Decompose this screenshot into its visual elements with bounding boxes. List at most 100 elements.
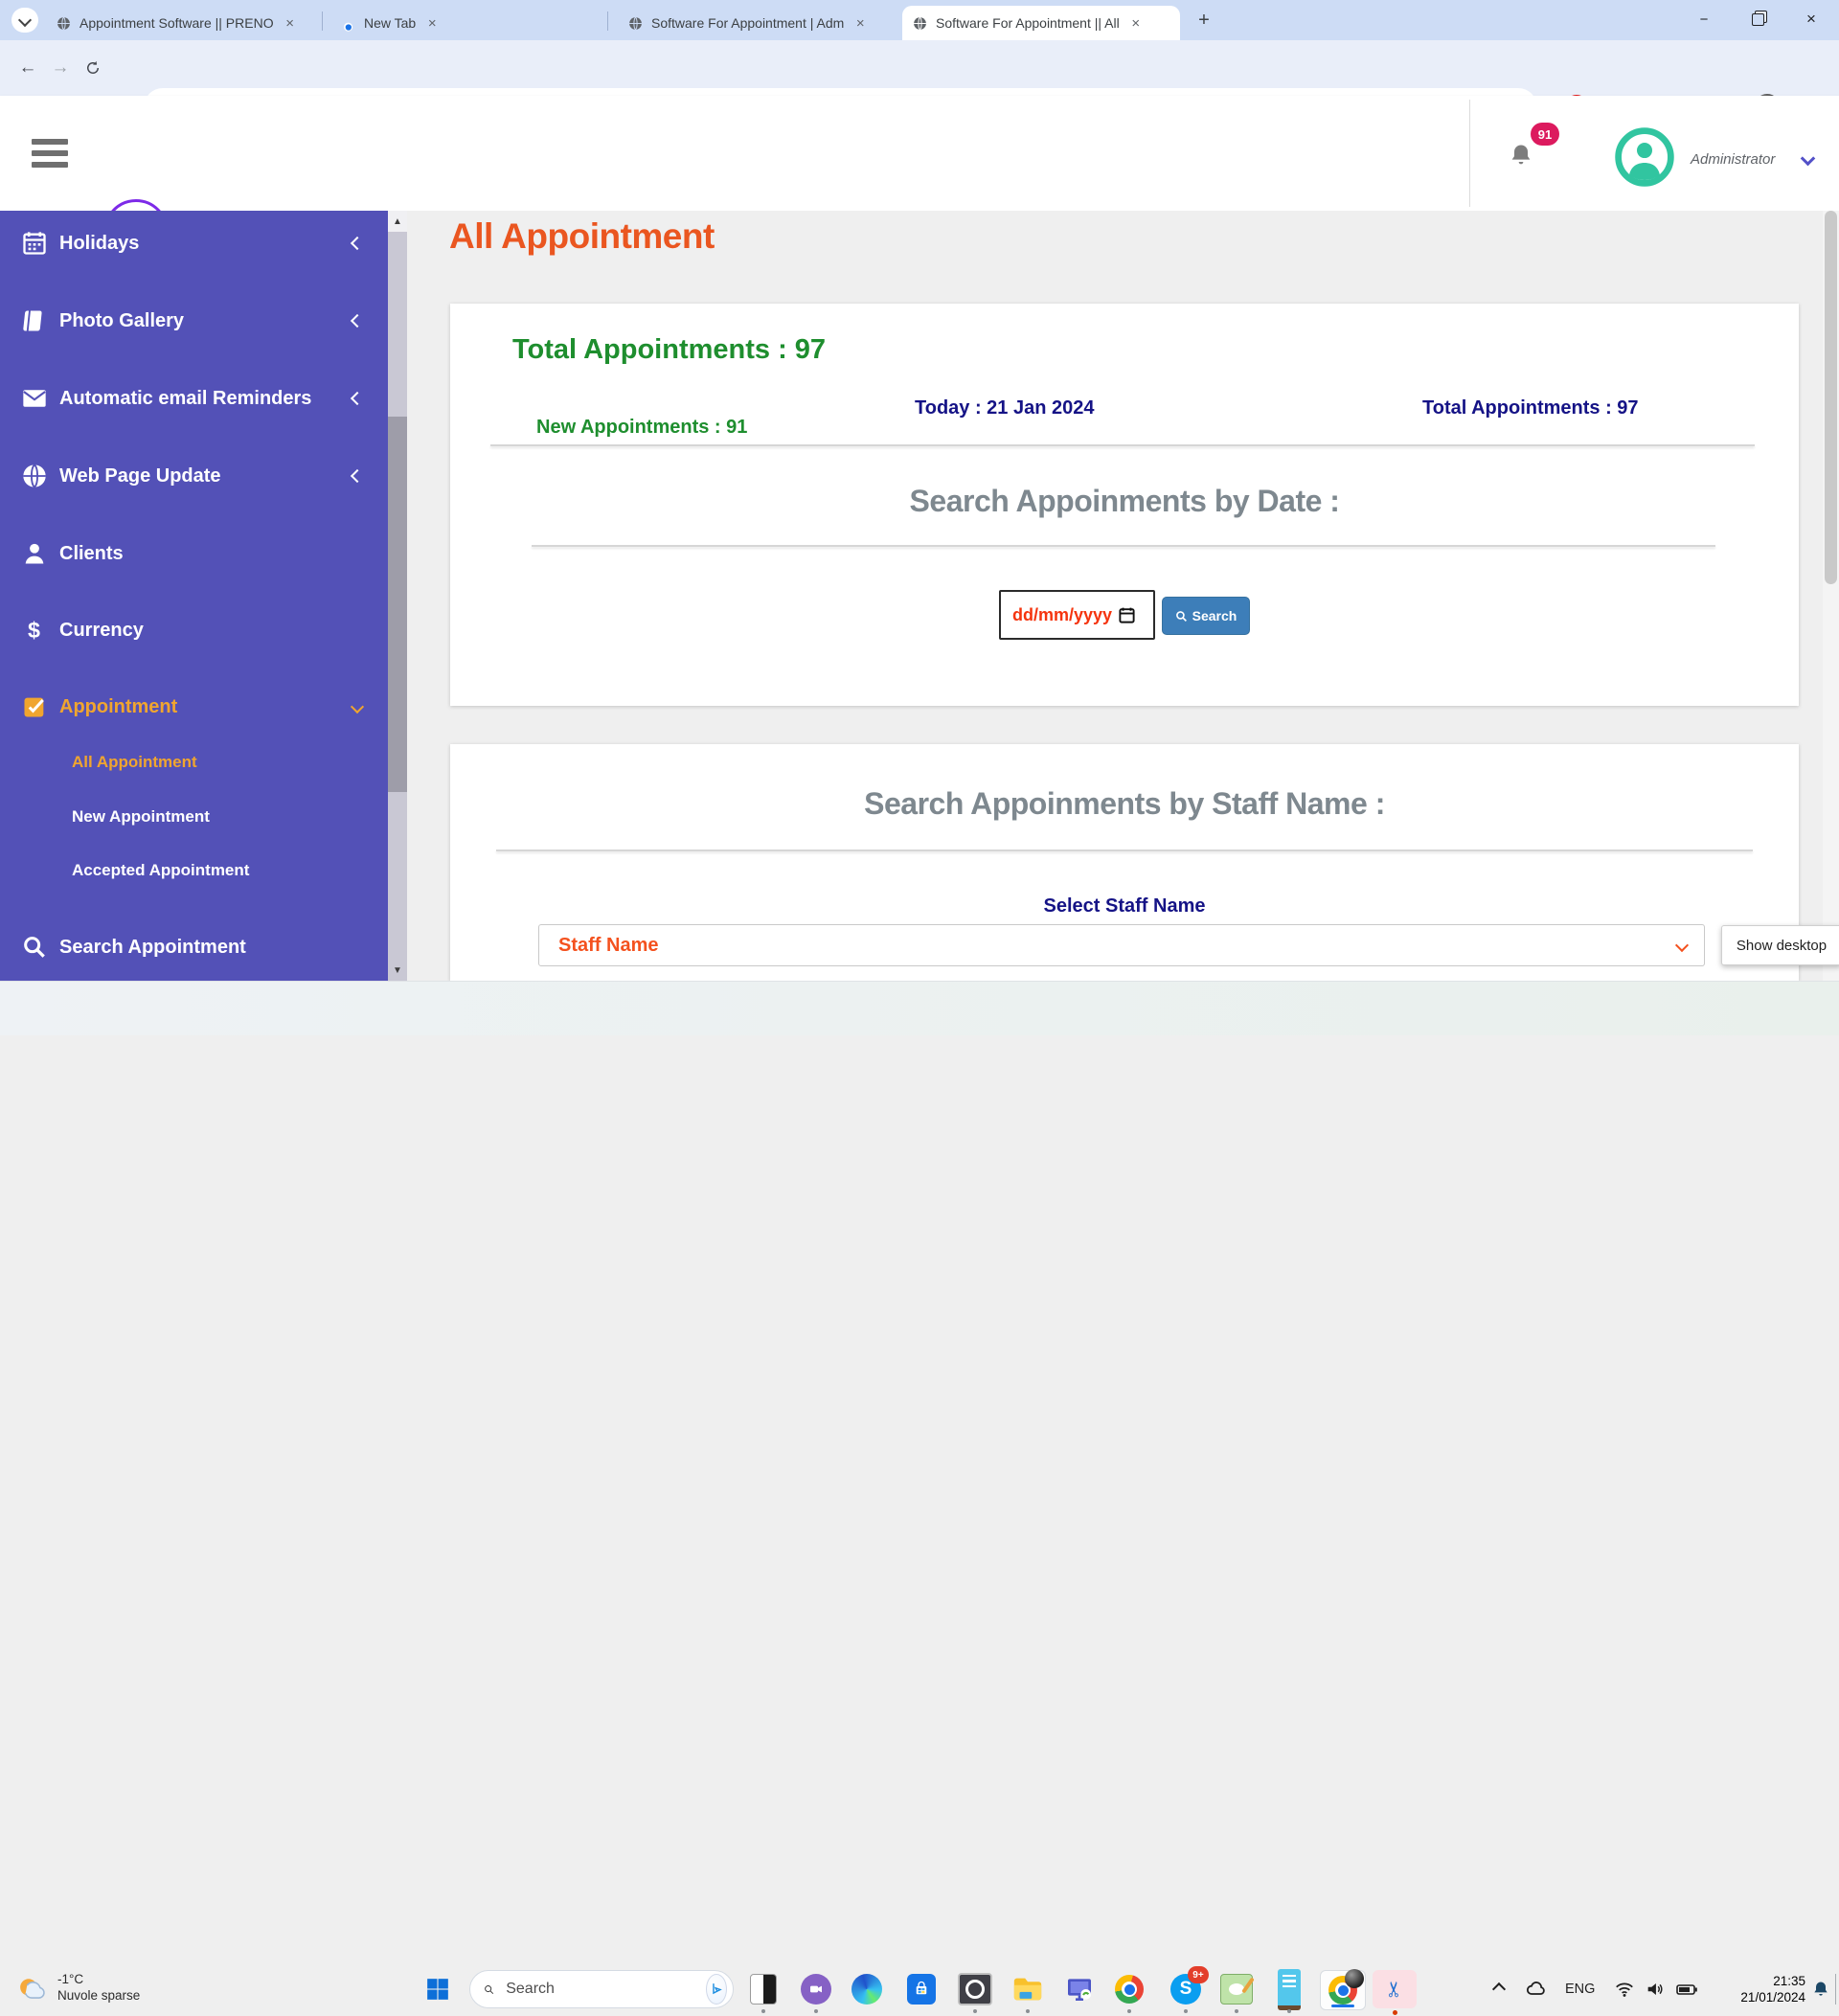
globe-icon [912, 15, 928, 32]
taskbar: -1°C Nuvole sparse S 9+ [0, 981, 1839, 1035]
sidebar-item-accepted-appointment[interactable]: Accepted Appointment [0, 846, 383, 895]
taskbar-app-photo-viewer[interactable] [956, 1970, 994, 2008]
sidebar-item-appointment[interactable]: Appointment [0, 682, 383, 732]
volume-icon[interactable] [1642, 1962, 1669, 2016]
total-appointments-stat: Total Appointments : 97 [1422, 397, 1639, 419]
new-tab-button[interactable]: + [1191, 7, 1217, 34]
taskbar-app-chrome[interactable] [1110, 1970, 1148, 2008]
sidebar-item-label: Currency [59, 620, 144, 642]
date-input[interactable] [999, 590, 1155, 640]
sidebar-item-currency[interactable]: $ Currency [0, 605, 383, 655]
tab-close-icon[interactable]: × [423, 14, 441, 32]
taskbar-app-image-editor[interactable] [1217, 1970, 1256, 2008]
reload-icon [84, 59, 102, 77]
globe-icon [56, 15, 72, 32]
sidebar-item-label: Web Page Update [59, 465, 221, 487]
tab-close-icon[interactable]: × [1127, 14, 1145, 32]
chevron-left-icon [351, 314, 364, 328]
calendar-icon [21, 230, 48, 257]
tab-4-active[interactable]: Software For Appointment || All × [902, 6, 1180, 40]
sidebar-item-new-appointment[interactable]: New Appointment [0, 792, 383, 842]
date-search-heading: Search Appoinments by Date : [450, 484, 1799, 519]
search-button-label: Search [1192, 608, 1237, 623]
search-button[interactable]: Search [1162, 597, 1250, 635]
tab-2[interactable]: New Tab × [330, 6, 610, 40]
taskbar-app-meet[interactable] [797, 1970, 835, 2008]
taskbar-app-notepad[interactable] [1270, 1970, 1308, 2008]
start-button[interactable] [419, 1970, 457, 2008]
tab-divider [607, 11, 608, 31]
calendar-picker-icon[interactable] [1118, 606, 1136, 624]
show-desktop-edge-button[interactable] [1835, 1974, 1836, 2005]
search-icon [1175, 610, 1188, 623]
page-scrollbar[interactable] [1823, 211, 1839, 981]
sidebar-item-label: Accepted Appointment [72, 861, 249, 880]
taskbar-search[interactable] [469, 1970, 734, 2008]
tab-close-icon[interactable]: × [282, 14, 299, 32]
sidebar-item-all-appointment[interactable]: All Appointment [0, 737, 383, 787]
bing-icon [706, 1974, 727, 2005]
divider [532, 545, 1715, 547]
notification-bell-icon[interactable] [1504, 138, 1538, 172]
scroll-up-arrow[interactable]: ▲ [388, 211, 407, 232]
taskbar-app-chrome-active[interactable] [1320, 1970, 1366, 2010]
chevron-left-icon [351, 469, 364, 483]
tab-close-icon[interactable]: × [851, 14, 869, 32]
taskbar-app-skype[interactable]: S 9+ [1167, 1970, 1205, 2008]
hamburger-menu-icon[interactable] [29, 134, 71, 172]
taskbar-app-edge[interactable] [848, 1970, 886, 2008]
taskbar-app-file-explorer[interactable] [1009, 1970, 1047, 2008]
chevron-left-icon [351, 392, 364, 405]
sidebar-scrollbar[interactable]: ▲ ▼ [388, 211, 407, 981]
svg-text:$: $ [28, 618, 40, 643]
window-restore-button[interactable] [1736, 0, 1780, 38]
sidebar-item-photo-gallery[interactable]: Photo Gallery [0, 296, 383, 346]
select-staff-label: Select Staff Name [450, 895, 1799, 917]
envelope-icon [21, 385, 48, 412]
tray-clock[interactable]: 21:35 21/01/2024 [1740, 1962, 1805, 2016]
taskbar-app-contrast[interactable] [744, 1970, 783, 2008]
chevron-down-icon [351, 700, 364, 714]
reload-button[interactable] [77, 52, 109, 84]
search-icon [21, 934, 48, 961]
window-minimize-button[interactable]: − [1682, 0, 1726, 38]
forward-button[interactable]: → [44, 52, 77, 84]
sidebar-item-search-appointment[interactable]: Search Appointment [0, 922, 383, 972]
scroll-down-arrow[interactable]: ▼ [388, 960, 407, 981]
tab-title: Appointment Software || PRENO [79, 15, 274, 31]
search-icon [484, 1982, 494, 1998]
wifi-icon[interactable] [1611, 1962, 1638, 2016]
taskbar-weather-widget[interactable]: -1°C Nuvole sparse [13, 1969, 140, 2005]
tab-1[interactable]: Appointment Software || PRENO × [46, 6, 324, 40]
taskbar-app-remote-desktop[interactable] [1060, 1970, 1099, 2008]
date-field[interactable] [1010, 604, 1118, 626]
sidebar-item-label: Holidays [59, 233, 139, 255]
chevron-down-icon [18, 13, 32, 27]
tab-search-caret-button[interactable] [11, 8, 38, 33]
tray-expand-chevron[interactable] [1485, 1962, 1513, 2016]
weather-temp: -1°C [57, 1971, 140, 1987]
onedrive-cloud-icon[interactable] [1521, 1962, 1552, 2016]
chevron-down-icon [1675, 939, 1689, 952]
tab-3[interactable]: Software For Appointment | Adm × [618, 6, 897, 40]
sidebar-item-holidays[interactable]: Holidays [0, 218, 383, 268]
sidebar-item-email-reminders[interactable]: Automatic email Reminders [0, 374, 383, 423]
scrollbar-thumb[interactable] [388, 417, 407, 792]
tray-language[interactable]: ENG [1565, 1962, 1595, 2016]
back-button[interactable]: ← [11, 52, 44, 84]
user-role-label[interactable]: Administrator [1691, 151, 1775, 168]
battery-icon[interactable] [1672, 1962, 1701, 2016]
window-close-button[interactable]: × [1789, 0, 1833, 38]
sidebar-item-clients[interactable]: Clients [0, 529, 383, 578]
new-appointments-stat: New Appointments : 91 [536, 417, 747, 439]
taskbar-app-snipping-tool[interactable]: ✂ [1373, 1970, 1417, 2008]
taskbar-app-store[interactable] [902, 1970, 941, 2008]
sidebar-item-label: Photo Gallery [59, 310, 184, 332]
chevron-down-icon[interactable] [1801, 151, 1816, 167]
staff-name-select[interactable]: Staff Name [538, 924, 1705, 966]
page-scrollbar-thumb[interactable] [1825, 211, 1837, 584]
sidebar-item-web-page-update[interactable]: Web Page Update [0, 451, 383, 501]
avatar[interactable] [1615, 127, 1674, 187]
tray-notification-bell[interactable] [1808, 1962, 1833, 2016]
taskbar-search-input[interactable] [504, 1980, 706, 1999]
